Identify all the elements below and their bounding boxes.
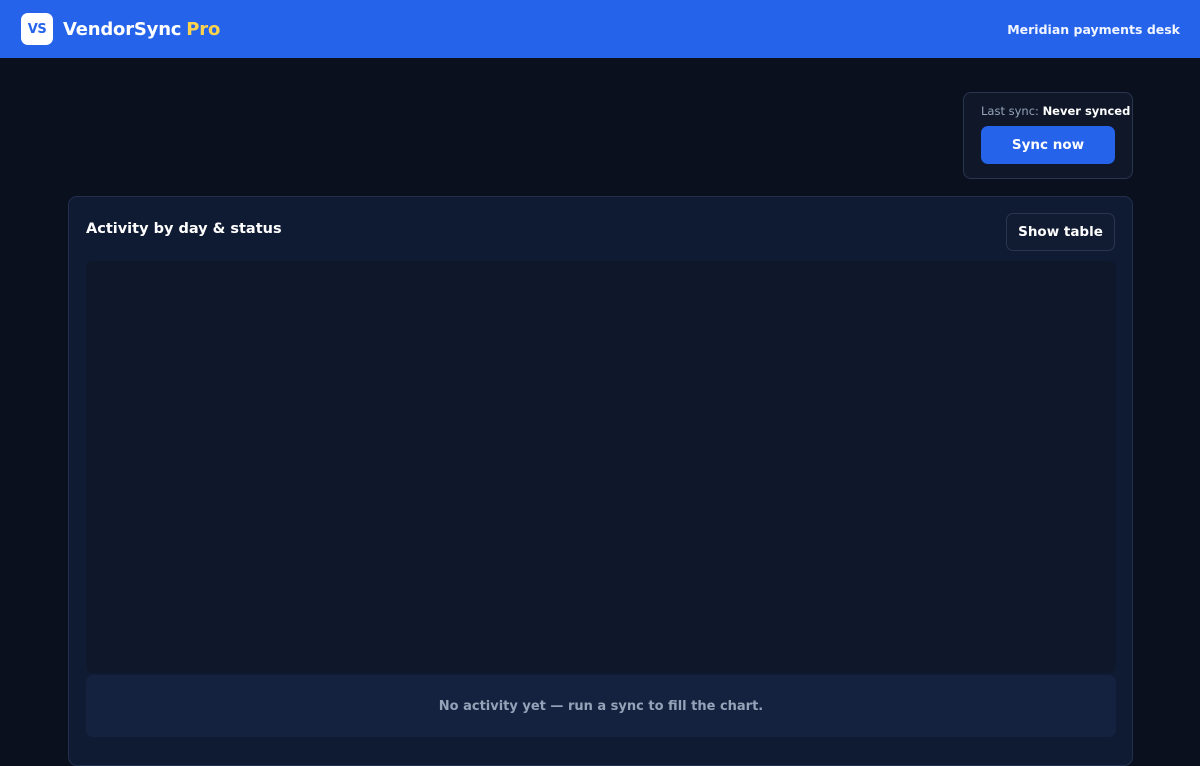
last-sync-status: Last sync: Never synced: [981, 104, 1130, 118]
workspace-name: Meridian payments desk: [1007, 21, 1180, 37]
brand-tier-badge: Pro: [186, 18, 221, 40]
app-logo: VS: [21, 13, 53, 45]
top-app-bar: VS VendorSync Pro Meridian payments desk: [0, 0, 1200, 58]
activity-chart-area: [86, 261, 1116, 673]
activity-panel: Activity by day & status Show table No a…: [68, 196, 1133, 766]
last-sync-label: Last sync:: [981, 104, 1039, 118]
sync-card: Last sync: Never synced Sync now: [963, 92, 1133, 179]
activity-panel-title: Activity by day & status: [86, 221, 282, 237]
last-sync-value: Never synced: [1042, 104, 1131, 118]
empty-state-message: No activity yet — run a sync to fill the…: [86, 675, 1116, 737]
brand-title: VendorSync Pro: [63, 19, 220, 40]
sync-now-button[interactable]: Sync now: [981, 126, 1115, 164]
brand-name: VendorSync: [63, 18, 182, 40]
show-table-button[interactable]: Show table: [1006, 213, 1115, 251]
app-logo-text: VS: [27, 21, 47, 37]
